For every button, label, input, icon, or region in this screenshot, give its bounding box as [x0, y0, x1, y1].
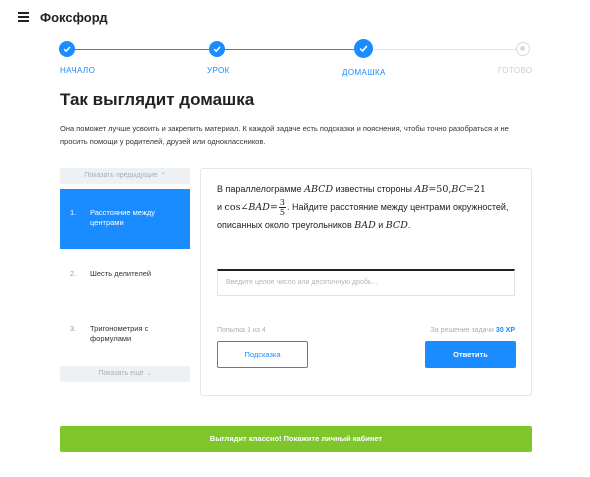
math-angle-bad: ∠BAD: [240, 201, 270, 213]
sidebar-item-3[interactable]: 3. Тригонометрия с формулами: [60, 300, 190, 352]
fraction-denominator: 5: [279, 208, 285, 217]
show-more-label: Показать ещё: [98, 370, 144, 377]
step-2-check-icon: [209, 41, 225, 57]
math-21: 21: [473, 184, 486, 195]
reward-xp: 30 XP: [495, 327, 515, 334]
math-bad: BAD: [354, 220, 376, 231]
step-3-check-icon: [354, 39, 373, 58]
show-previous-label: Показать предыдущие: [84, 172, 158, 179]
sidebar-item-1[interactable]: 1. Расстояние между центрами: [60, 189, 190, 249]
show-previous-button[interactable]: Показать предыдущие ⌃: [60, 168, 190, 184]
task-sidebar: Показать предыдущие ⌃ 1. Расстояние между…: [60, 168, 190, 386]
page-description: Она поможет лучше усвоить и закрепить ма…: [60, 124, 509, 146]
math-ab: AB: [414, 184, 429, 195]
step-1-check-icon: [59, 41, 75, 57]
sidebar-item-2[interactable]: 2. Шесть делителей: [60, 252, 190, 304]
math-bcd: BCD: [385, 220, 408, 231]
step-1-label: НАЧАЛО: [60, 66, 96, 75]
step-2-label: УРОК: [207, 66, 230, 75]
sidebar-item-number: 1.: [70, 208, 77, 217]
math-bc: BC: [451, 184, 466, 195]
sidebar-item-label: Тригонометрия с формулами: [90, 324, 149, 343]
cta-button[interactable]: Выглядит классно! Покажите личный кабине…: [60, 426, 532, 452]
menu-icon[interactable]: [18, 12, 29, 22]
progress-stepper: НАЧАЛО УРОК ДОМАШКА ГОТОВО: [0, 38, 590, 78]
task-statement: В параллелограмме ABCD известны стороны …: [217, 181, 517, 234]
step-4-circle-icon: [516, 42, 530, 56]
task-text: .: [407, 220, 411, 230]
math-eq: =: [269, 201, 278, 213]
task-text: и: [378, 220, 384, 230]
math-eq: =: [465, 184, 474, 195]
attempt-counter: Попытка 1 из 4: [217, 327, 266, 334]
chevron-down-icon: ⌄: [146, 371, 152, 377]
math-cos: cos: [224, 201, 241, 213]
step-4-label: ГОТОВО: [498, 66, 533, 75]
task-card: В параллелограмме ABCD известны стороны …: [200, 168, 532, 396]
fraction-numerator: 3: [278, 198, 286, 208]
math-fraction: 35: [278, 198, 286, 217]
reward-info: За решение задачи 30 XP: [431, 327, 516, 334]
stepper-line-todo: [364, 49, 524, 50]
sidebar-item-number: 3.: [70, 324, 77, 333]
page-title: Так выглядит домашка: [60, 90, 255, 109]
sidebar-item-number: 2.: [70, 269, 77, 278]
task-text: и: [217, 201, 223, 212]
hint-button[interactable]: Подсказка: [217, 341, 308, 368]
top-header: Фоксфорд: [0, 0, 590, 36]
reward-text: За решение задачи: [430, 327, 494, 334]
chevron-up-icon: ⌃: [160, 173, 166, 179]
submit-button[interactable]: Ответить: [425, 341, 516, 368]
answer-input[interactable]: Введите целое число или десятичную дробь…: [217, 269, 515, 296]
math-abcd: ABCD: [304, 184, 334, 195]
show-more-button[interactable]: Показать ещё ⌄: [60, 366, 190, 382]
sidebar-item-label: Расстояние между центрами: [90, 208, 155, 227]
math-50: 50: [436, 184, 449, 195]
logo[interactable]: Фоксфорд: [40, 10, 108, 25]
task-text: известны стороны: [335, 184, 412, 194]
sidebar-item-label: Шесть делителей: [90, 269, 152, 278]
step-3-label: ДОМАШКА: [342, 68, 386, 77]
task-text: В параллелограмме: [217, 184, 302, 194]
